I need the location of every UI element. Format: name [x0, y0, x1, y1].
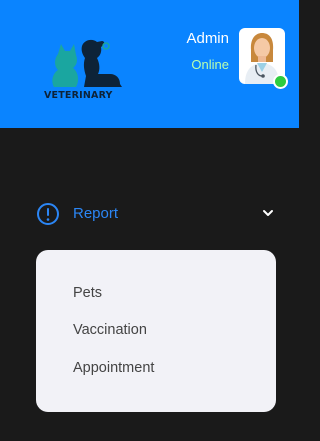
user-name: Admin	[186, 30, 229, 47]
submenu-item-appointment[interactable]: Appointment	[73, 360, 154, 376]
report-menu-toggle[interactable]: Report	[36, 200, 281, 228]
app-shell: VETERINARY Admin Online Report Pets Vacc…	[0, 0, 299, 441]
submenu-item-pets[interactable]: Pets	[73, 285, 102, 301]
chevron-down-icon[interactable]	[262, 208, 274, 218]
user-status: Online	[191, 57, 229, 72]
veterinary-logo[interactable]: VETERINARY	[44, 32, 136, 104]
submenu-item-vaccination[interactable]: Vaccination	[73, 322, 147, 338]
report-submenu: Pets Vaccination Appointment	[36, 250, 276, 412]
report-menu-label: Report	[73, 205, 119, 222]
online-status-dot	[273, 74, 288, 89]
alert-circle-icon	[37, 203, 59, 225]
logo-wordmark: VETERINARY	[44, 90, 113, 101]
sidebar-header: VETERINARY Admin Online	[0, 0, 299, 128]
pet-silhouette-icon	[52, 39, 122, 87]
